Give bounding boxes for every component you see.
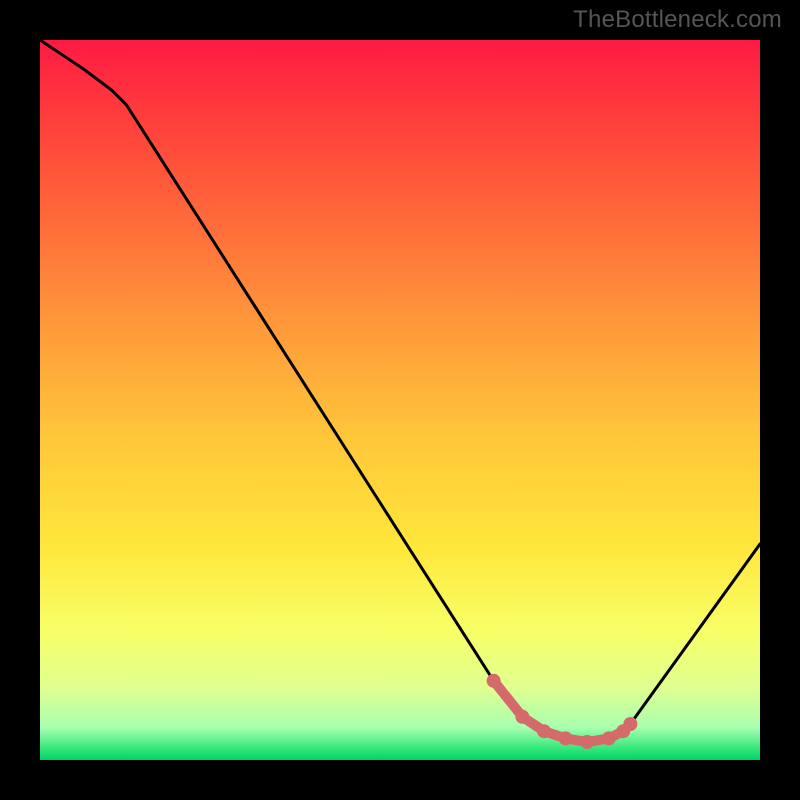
highlight-line — [494, 681, 631, 742]
chart-panel — [40, 40, 760, 760]
watermark-text: TheBottleneck.com — [573, 6, 782, 34]
chart-frame: TheBottleneck.com — [0, 0, 800, 800]
chart-overlay — [40, 40, 760, 760]
bottleneck-curve — [40, 40, 760, 742]
